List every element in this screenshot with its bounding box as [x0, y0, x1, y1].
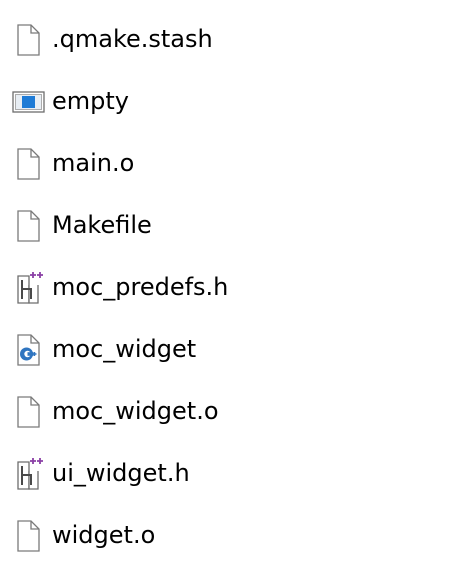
file-item-ui-widget-h[interactable]: ui_widget.h: [0, 441, 463, 503]
file-name: moc_widget: [52, 335, 197, 363]
file-item-moc-predefs-h[interactable]: moc_predefs.h: [0, 255, 463, 317]
file-item-qmake-stash[interactable]: .qmake.stash: [0, 7, 463, 69]
file-name: .qmake.stash: [52, 25, 213, 53]
file-name: ui_widget.h: [52, 459, 190, 487]
application-window-icon: [12, 85, 46, 119]
cpp-header-file-icon: [12, 457, 46, 491]
file-item-main-o[interactable]: main.o: [0, 131, 463, 193]
blank-file-icon: [12, 147, 46, 181]
file-name: main.o: [52, 149, 135, 177]
blank-file-icon: [12, 519, 46, 553]
blank-file-icon: [12, 23, 46, 57]
file-name: widget.o: [52, 521, 156, 549]
file-name: moc_widget.o: [52, 397, 219, 425]
file-name: empty: [52, 87, 129, 115]
file-item-moc-widget[interactable]: moc_widget: [0, 317, 463, 379]
file-item-moc-widget-o[interactable]: moc_widget.o: [0, 379, 463, 441]
blank-file-icon: [12, 209, 46, 243]
file-item-empty[interactable]: empty: [0, 69, 463, 131]
file-name: moc_predefs.h: [52, 273, 229, 301]
file-item-makefile[interactable]: Makefile: [0, 193, 463, 255]
file-list: .qmake.stash empty main.o Makefile moc_p…: [0, 7, 463, 565]
cpp-source-file-icon: [12, 333, 46, 367]
file-item-widget-o[interactable]: widget.o: [0, 503, 463, 565]
blank-file-icon: [12, 395, 46, 429]
cpp-header-file-icon: [12, 271, 46, 305]
file-name: Makefile: [52, 211, 152, 239]
